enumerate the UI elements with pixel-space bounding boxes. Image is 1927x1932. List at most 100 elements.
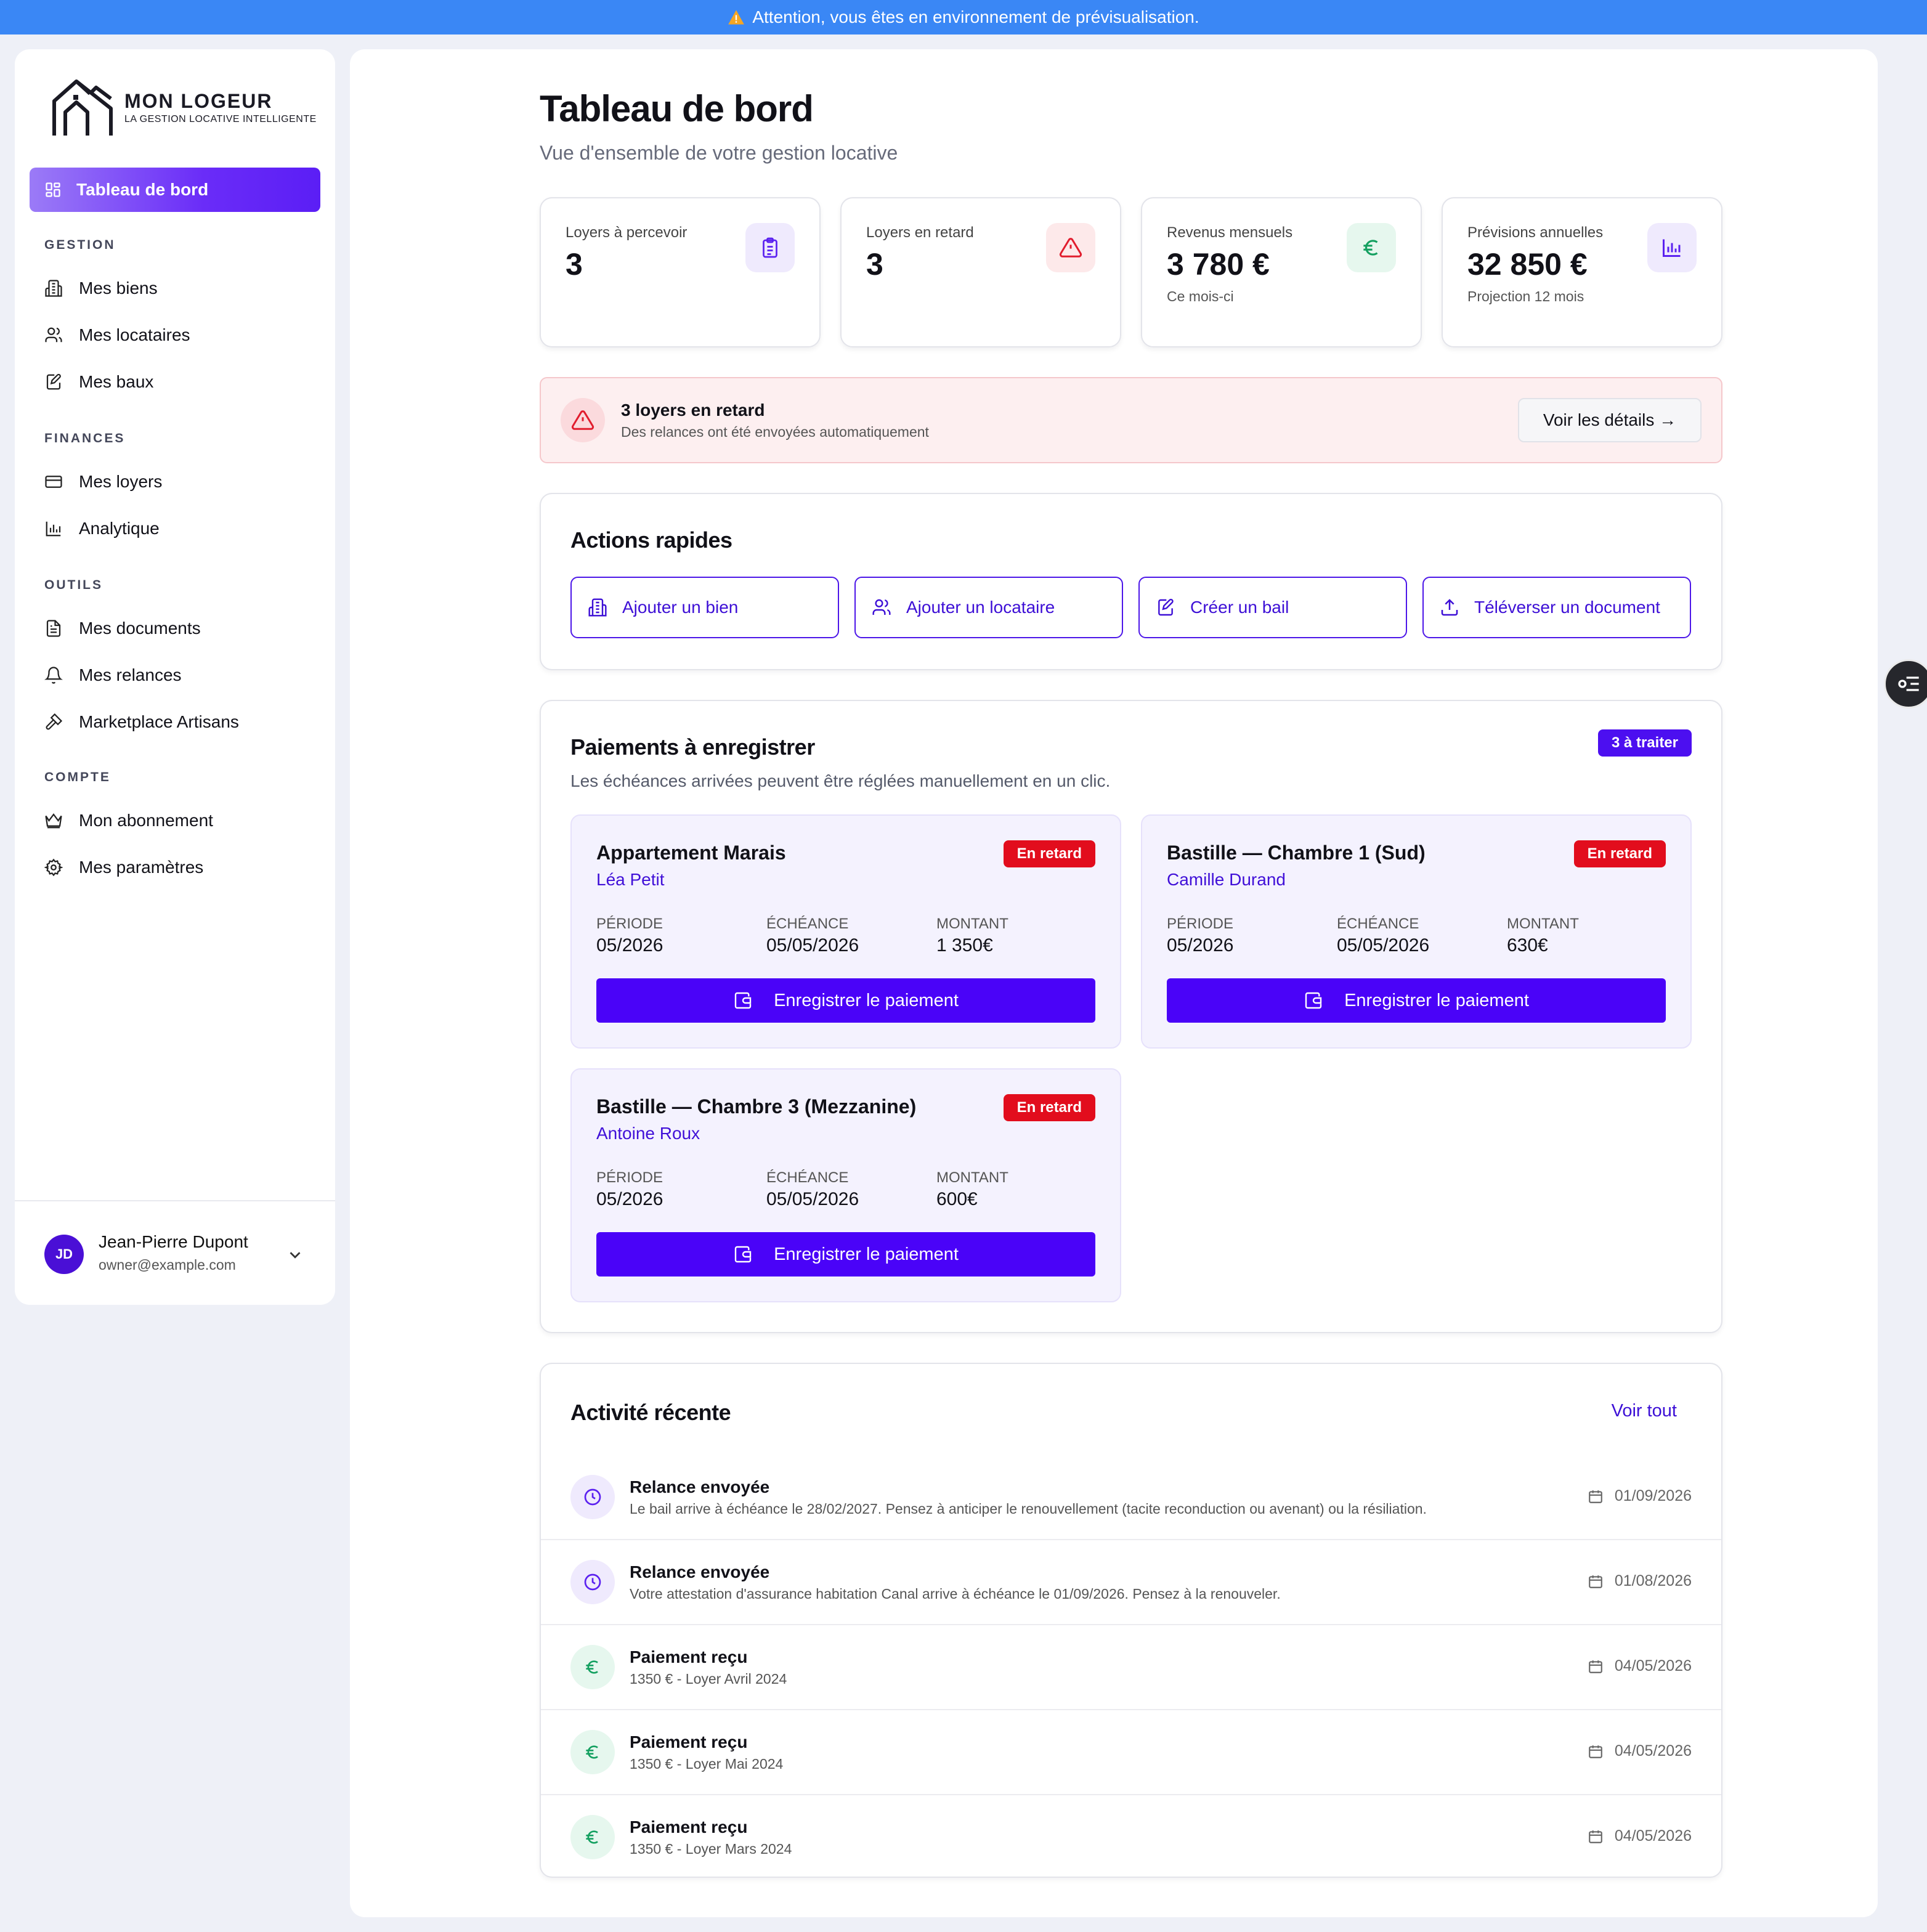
logo-title: MON LOGEUR [124,89,273,112]
amount-label: MONTANT [1507,915,1579,932]
sidebar-item-locataires[interactable]: Mes locataires [44,320,190,350]
payment-card: Bastille — Chambre 1 (Sud) Camille Duran… [1141,814,1692,1049]
floating-toolbar-button[interactable] [1884,659,1927,708]
activity-title: Relance envoyée [630,1562,770,1581]
calendar-icon [1589,1660,1602,1673]
page-subtitle: Vue d'ensemble de votre gestion locative [540,142,898,164]
bell-icon [44,667,63,684]
sidebar-item-marketplace[interactable]: Marketplace Artisans [44,707,239,737]
period-value: 05/2026 [596,935,663,956]
view-all-link[interactable]: Voir tout [1612,1401,1677,1421]
stat-icon-box [1347,223,1396,272]
activity-item[interactable]: Paiement reçu 1350 € - Loyer Mars 2024 0… [541,1794,1721,1879]
status-badge: En retard [1003,840,1095,867]
wallet-icon [1305,992,1322,1009]
clock-icon [584,1488,601,1506]
add-property-button[interactable]: Ajouter un bien [570,577,839,638]
euro-icon [586,1660,598,1674]
date-text: 01/09/2026 [1614,1487,1692,1504]
add-tenant-button[interactable]: Ajouter un locataire [854,577,1123,638]
document-icon [46,620,61,637]
section-outils: OUTILS [44,578,103,592]
house-logo-icon [52,79,113,136]
stat-value: 3 [566,247,583,282]
hammer-icon [46,713,63,730]
tenant-name[interactable]: Camille Durand [1167,870,1286,890]
stat-note: Ce mois-ci [1167,288,1234,304]
user-email: owner@example.com [99,1257,236,1273]
activity-title: Paiement reçu [630,1817,748,1837]
sidebar-item-documents[interactable]: Mes documents [44,614,201,643]
property-name: Bastille — Chambre 3 (Mezzanine) [596,1095,917,1118]
edit-doc-icon [46,373,61,390]
stat-value: 32 850 € [1467,247,1588,282]
pending-count-badge: 3 à traiter [1597,729,1692,757]
preview-banner: Attention, vous êtes en environnement de… [0,0,1927,34]
sidebar-item-loyers[interactable]: Mes loyers [44,467,162,497]
button-label: Téléverser un document [1474,598,1660,617]
due-value: 05/05/2026 [766,935,859,956]
activity-item[interactable]: Relance envoyée Le bail arrive à échéanc… [541,1455,1721,1540]
calendar-icon [1589,1745,1602,1758]
activity-date: 04/05/2026 [1588,1742,1692,1760]
quick-actions-card: Actions rapides Ajouter un bien Ajouter … [540,493,1722,670]
recent-activity-card: Activité récente Voir tout Relance envoy… [540,1363,1722,1878]
tenant-name[interactable]: Léa Petit [596,870,665,890]
view-details-button[interactable]: Voir les détails → [1518,398,1702,442]
activity-item[interactable]: Paiement reçu 1350 € - Loyer Avril 2024 … [541,1624,1721,1709]
dashboard-icon [46,182,60,197]
edit-doc-icon [1158,598,1174,616]
activity-description: 1350 € - Loyer Mars 2024 [630,1841,792,1857]
record-payment-button[interactable]: Enregistrer le paiement [596,978,1095,1023]
sidebar-item-biens[interactable]: Mes biens [44,274,158,303]
activity-title: Paiement reçu [630,1732,748,1751]
sidebar-item-relances[interactable]: Mes relances [44,660,182,690]
logo[interactable]: MON LOGEUR LA GESTION LOCATIVE INTELLIGE… [52,76,317,138]
sidebar-item-label: Mes paramètres [79,858,204,877]
payments-title: Paiements à enregistrer [570,734,815,760]
sidebar-item-abonnement[interactable]: Mon abonnement [44,806,213,835]
main-panel: Tableau de bord Vue d'ensemble de votre … [350,49,1878,1917]
sidebar-item-parametres[interactable]: Mes paramètres [44,853,203,882]
sidebar-item-label: Mes locataires [79,325,190,344]
activity-icon-circle [570,1475,615,1519]
chevron-down-icon[interactable] [286,1246,304,1264]
sidebar-item-label: Mes biens [79,278,158,298]
calendar-icon [1589,1575,1602,1588]
activity-title: Paiement reçu [630,1647,748,1666]
stat-value: 3 780 € [1167,247,1270,282]
payments-card: Paiements à enregistrer 3 à traiter Les … [540,700,1722,1333]
sidebar-item-baux[interactable]: Mes baux [44,367,153,397]
stat-value: 3 [866,247,883,282]
user-menu[interactable]: JD Jean-Pierre Dupont owner@example.com [15,1200,335,1305]
activity-item[interactable]: Paiement reçu 1350 € - Loyer Mai 2024 04… [541,1709,1721,1794]
property-name: Appartement Marais [596,842,786,864]
amount-value: 600€ [936,1189,978,1209]
record-payment-button[interactable]: Enregistrer le paiement [596,1232,1095,1276]
warning-icon [571,410,594,430]
amount-label: MONTANT [936,915,1008,932]
amount-value: 630€ [1507,935,1548,956]
period-value: 05/2026 [596,1189,663,1209]
calendar-icon [1589,1830,1602,1843]
sidebar-item-dashboard[interactable]: Tableau de bord [30,168,320,212]
upload-icon [1441,599,1458,616]
sidebar-item-label: Mes loyers [79,472,163,491]
euro-icon [1363,240,1378,256]
alert-subtitle: Des relances ont été envoyées automatiqu… [621,424,929,440]
record-payment-button[interactable]: Enregistrer le paiement [1167,978,1666,1023]
activity-description: 1350 € - Loyer Avril 2024 [630,1671,787,1687]
create-lease-button[interactable]: Créer un bail [1138,577,1407,638]
stat-card-loyers-en-retard: Loyers en retard 3 [840,197,1121,347]
due-value: 05/05/2026 [766,1189,859,1209]
clipboard-icon [763,237,777,258]
period-label: PÉRIODE [1167,915,1234,932]
upload-document-button[interactable]: Téléverser un document [1422,577,1691,638]
tenant-name[interactable]: Antoine Roux [596,1124,700,1143]
sidebar-item-label: Mes documents [79,619,201,638]
date-text: 01/08/2026 [1614,1572,1692,1589]
payments-subtitle: Les échéances arrivées peuvent être régl… [570,771,1111,790]
calendar-icon [1589,1490,1602,1503]
activity-item[interactable]: Relance envoyée Votre attestation d'assu… [541,1539,1721,1624]
sidebar-item-analytique[interactable]: Analytique [44,514,160,543]
